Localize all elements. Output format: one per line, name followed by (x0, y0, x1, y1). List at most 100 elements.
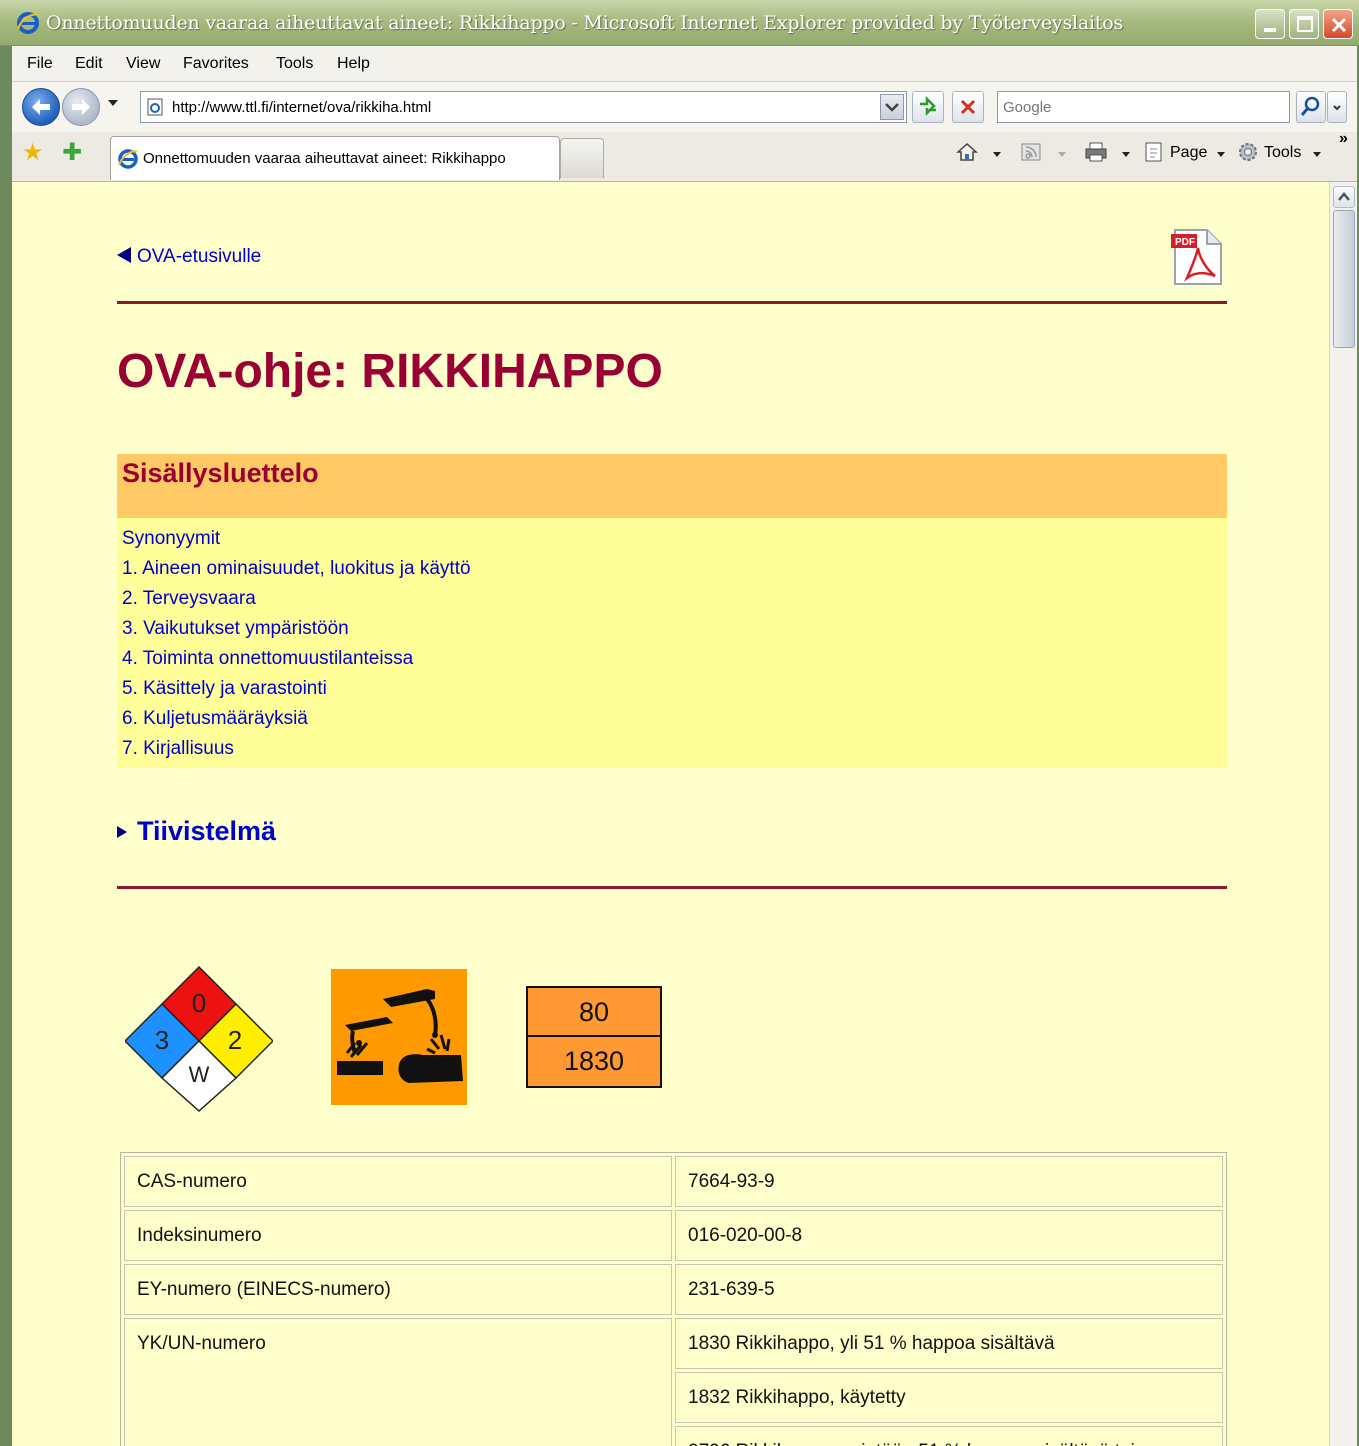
print-icon[interactable] (1084, 140, 1108, 164)
pdf-icon[interactable]: PDF (1169, 228, 1223, 286)
menu-help[interactable]: Help (337, 55, 370, 73)
toc-link-terveysvaara[interactable]: 2. Terveysvaara (122, 584, 1222, 614)
gear-icon (1239, 143, 1257, 161)
menu-bar: File Edit View Favorites Tools Help (12, 46, 1357, 82)
browser-window: Onnettomuuden vaaraa aiheuttavat aineet:… (0, 0, 1359, 1446)
adr-hazard-number: 80 (528, 988, 660, 1037)
search-input[interactable] (998, 92, 1289, 122)
feeds-dropdown[interactable] (1058, 152, 1066, 157)
chevron-up-icon (1338, 192, 1350, 201)
table-value-cell: 016-020-00-8 (675, 1210, 1223, 1261)
table-key-cell: EY-numero (EINECS-numero) (124, 1264, 672, 1315)
page-menu-button[interactable]: Page (1170, 144, 1207, 162)
menu-view[interactable]: View (126, 55, 160, 73)
address-dropdown-button[interactable] (880, 94, 904, 120)
chevron-down-icon (885, 103, 899, 112)
scroll-thumb[interactable] (1333, 210, 1355, 348)
page-viewport: OVA-etusivulle PDF OVA-ohje: RIKKIHAPPO … (12, 182, 1329, 1446)
home-dropdown[interactable] (993, 152, 1001, 157)
close-icon (1331, 17, 1347, 33)
tab-label: Onnettomuuden vaaraa aiheuttavat aineet:… (143, 150, 506, 167)
corrosive-hazard-icon (331, 969, 467, 1105)
toc-link-kirjallisuus[interactable]: 7. Kirjallisuus (122, 734, 1222, 764)
close-window-button[interactable] (1323, 9, 1353, 39)
stop-icon (960, 99, 976, 115)
page-menu-dropdown[interactable] (1217, 152, 1225, 157)
refresh-button[interactable] (912, 91, 944, 123)
new-tab-button[interactable] (560, 138, 604, 178)
divider (117, 301, 1227, 304)
table-row: CAS-numero 7664-93-9 (124, 1156, 1223, 1207)
recent-pages-dropdown[interactable] (108, 100, 118, 106)
maximize-button[interactable] (1289, 9, 1319, 39)
identifier-table: CAS-numero 7664-93-9 Indeksinumero 016-0… (120, 1152, 1227, 1446)
nfpa-special-value: W (189, 1062, 210, 1087)
table-of-contents: Sisällysluettelo Synonyymit 1. Aineen om… (117, 454, 1227, 768)
window-title: Onnettomuuden vaaraa aiheuttavat aineet:… (46, 12, 1124, 34)
minimize-button[interactable] (1255, 9, 1285, 39)
forward-button[interactable] (62, 88, 100, 126)
back-link-label: OVA-etusivulle (137, 246, 262, 267)
vertical-scrollbar[interactable] (1329, 182, 1357, 1446)
tab-rikkihappo[interactable]: Onnettomuuden vaaraa aiheuttavat aineet:… (110, 136, 560, 180)
toc-link-toiminta[interactable]: 4. Toiminta onnettomuustilanteissa (122, 644, 1222, 674)
ie-logo-icon (17, 12, 39, 34)
nfpa-flammability-value: 0 (192, 988, 206, 1018)
back-button[interactable] (22, 88, 60, 126)
home-icon[interactable] (955, 140, 979, 164)
toc-link-kuljetus[interactable]: 6. Kuljetusmääräyksiä (122, 704, 1222, 734)
table-key-cell: YK/UN-numero (124, 1318, 672, 1446)
toc-link-ominaisuudet[interactable]: 1. Aineen ominaisuudet, luokitus ja käyt… (122, 554, 1222, 584)
page-icon (147, 98, 163, 116)
tools-menu-button[interactable]: Tools (1264, 144, 1301, 162)
search-icon (1300, 96, 1320, 116)
url-text: http://www.ttl.fi/internet/ova/rikkiha.h… (172, 99, 432, 116)
page-title: OVA-ohje: RIKKIHAPPO (117, 345, 663, 398)
table-key-cell: Indeksinumero (124, 1210, 672, 1261)
toc-heading: Sisällysluettelo (122, 458, 319, 488)
table-value-cell: 2796 Rikkihappo, enintään 51 % happoa si… (675, 1426, 1223, 1446)
toolbar-overflow-button[interactable]: » (1339, 130, 1348, 148)
favorites-center-star-icon[interactable]: ★ (22, 140, 44, 164)
arrow-right-icon (72, 99, 90, 115)
toc-list: Synonyymit 1. Aineen ominaisuudet, luoki… (117, 518, 1227, 768)
toc-link-synonyymit[interactable]: Synonyymit (122, 524, 1222, 554)
triangle-left-icon (117, 247, 131, 263)
table-value-cell: 1830 Rikkihappo, yli 51 % happoa sisältä… (675, 1318, 1223, 1369)
title-bar: Onnettomuuden vaaraa aiheuttavat aineet:… (0, 0, 1359, 46)
ie-page-icon (118, 149, 138, 169)
address-field[interactable]: http://www.ttl.fi/internet/ova/rikkiha.h… (140, 91, 907, 123)
arrow-left-icon (32, 99, 50, 115)
table-row: EY-numero (EINECS-numero) 231-639-5 (124, 1264, 1223, 1315)
search-button[interactable] (1296, 91, 1326, 123)
menu-file[interactable]: File (27, 55, 53, 73)
stop-button[interactable] (952, 91, 984, 123)
chevron-down-icon (1333, 105, 1341, 111)
search-options-button[interactable] (1327, 91, 1347, 123)
add-to-favorites-icon[interactable]: ✚ (62, 140, 82, 164)
summary-link[interactable]: Tiivistelmä (117, 816, 276, 847)
toc-link-ymparisto[interactable]: 3. Vaikutukset ympäristöön (122, 614, 1222, 644)
nfpa-reactivity-value: 2 (228, 1025, 242, 1055)
scroll-up-button[interactable] (1333, 186, 1355, 208)
nfpa-diamond: 0 3 2 W (125, 965, 273, 1113)
feeds-icon[interactable] (1019, 140, 1043, 164)
table-row: YK/UN-numero 1830 Rikkihappo, yli 51 % h… (124, 1318, 1223, 1446)
menu-favorites[interactable]: Favorites (183, 55, 249, 73)
table-value-cell: 231-639-5 (675, 1264, 1223, 1315)
tools-menu-dropdown[interactable] (1313, 152, 1321, 157)
back-to-index-link[interactable]: OVA-etusivulle (117, 246, 261, 268)
address-bar: http://www.ttl.fi/internet/ova/rikkiha.h… (12, 82, 1357, 132)
table-value-cell: 1832 Rikkihappo, käytetty (675, 1372, 1223, 1423)
svg-text:PDF: PDF (1175, 237, 1195, 248)
triangle-right-icon (117, 826, 127, 838)
search-field[interactable] (997, 91, 1290, 123)
toc-link-kasittely[interactable]: 5. Käsittely ja varastointi (122, 674, 1222, 704)
print-dropdown[interactable] (1122, 152, 1130, 157)
menu-edit[interactable]: Edit (75, 55, 103, 73)
page-menu-icon (1145, 142, 1162, 162)
table-key-cell: CAS-numero (124, 1156, 672, 1207)
menu-tools[interactable]: Tools (276, 55, 313, 73)
summary-label: Tiivistelmä (137, 816, 277, 846)
adr-un-number: 1830 (563, 1046, 625, 1076)
